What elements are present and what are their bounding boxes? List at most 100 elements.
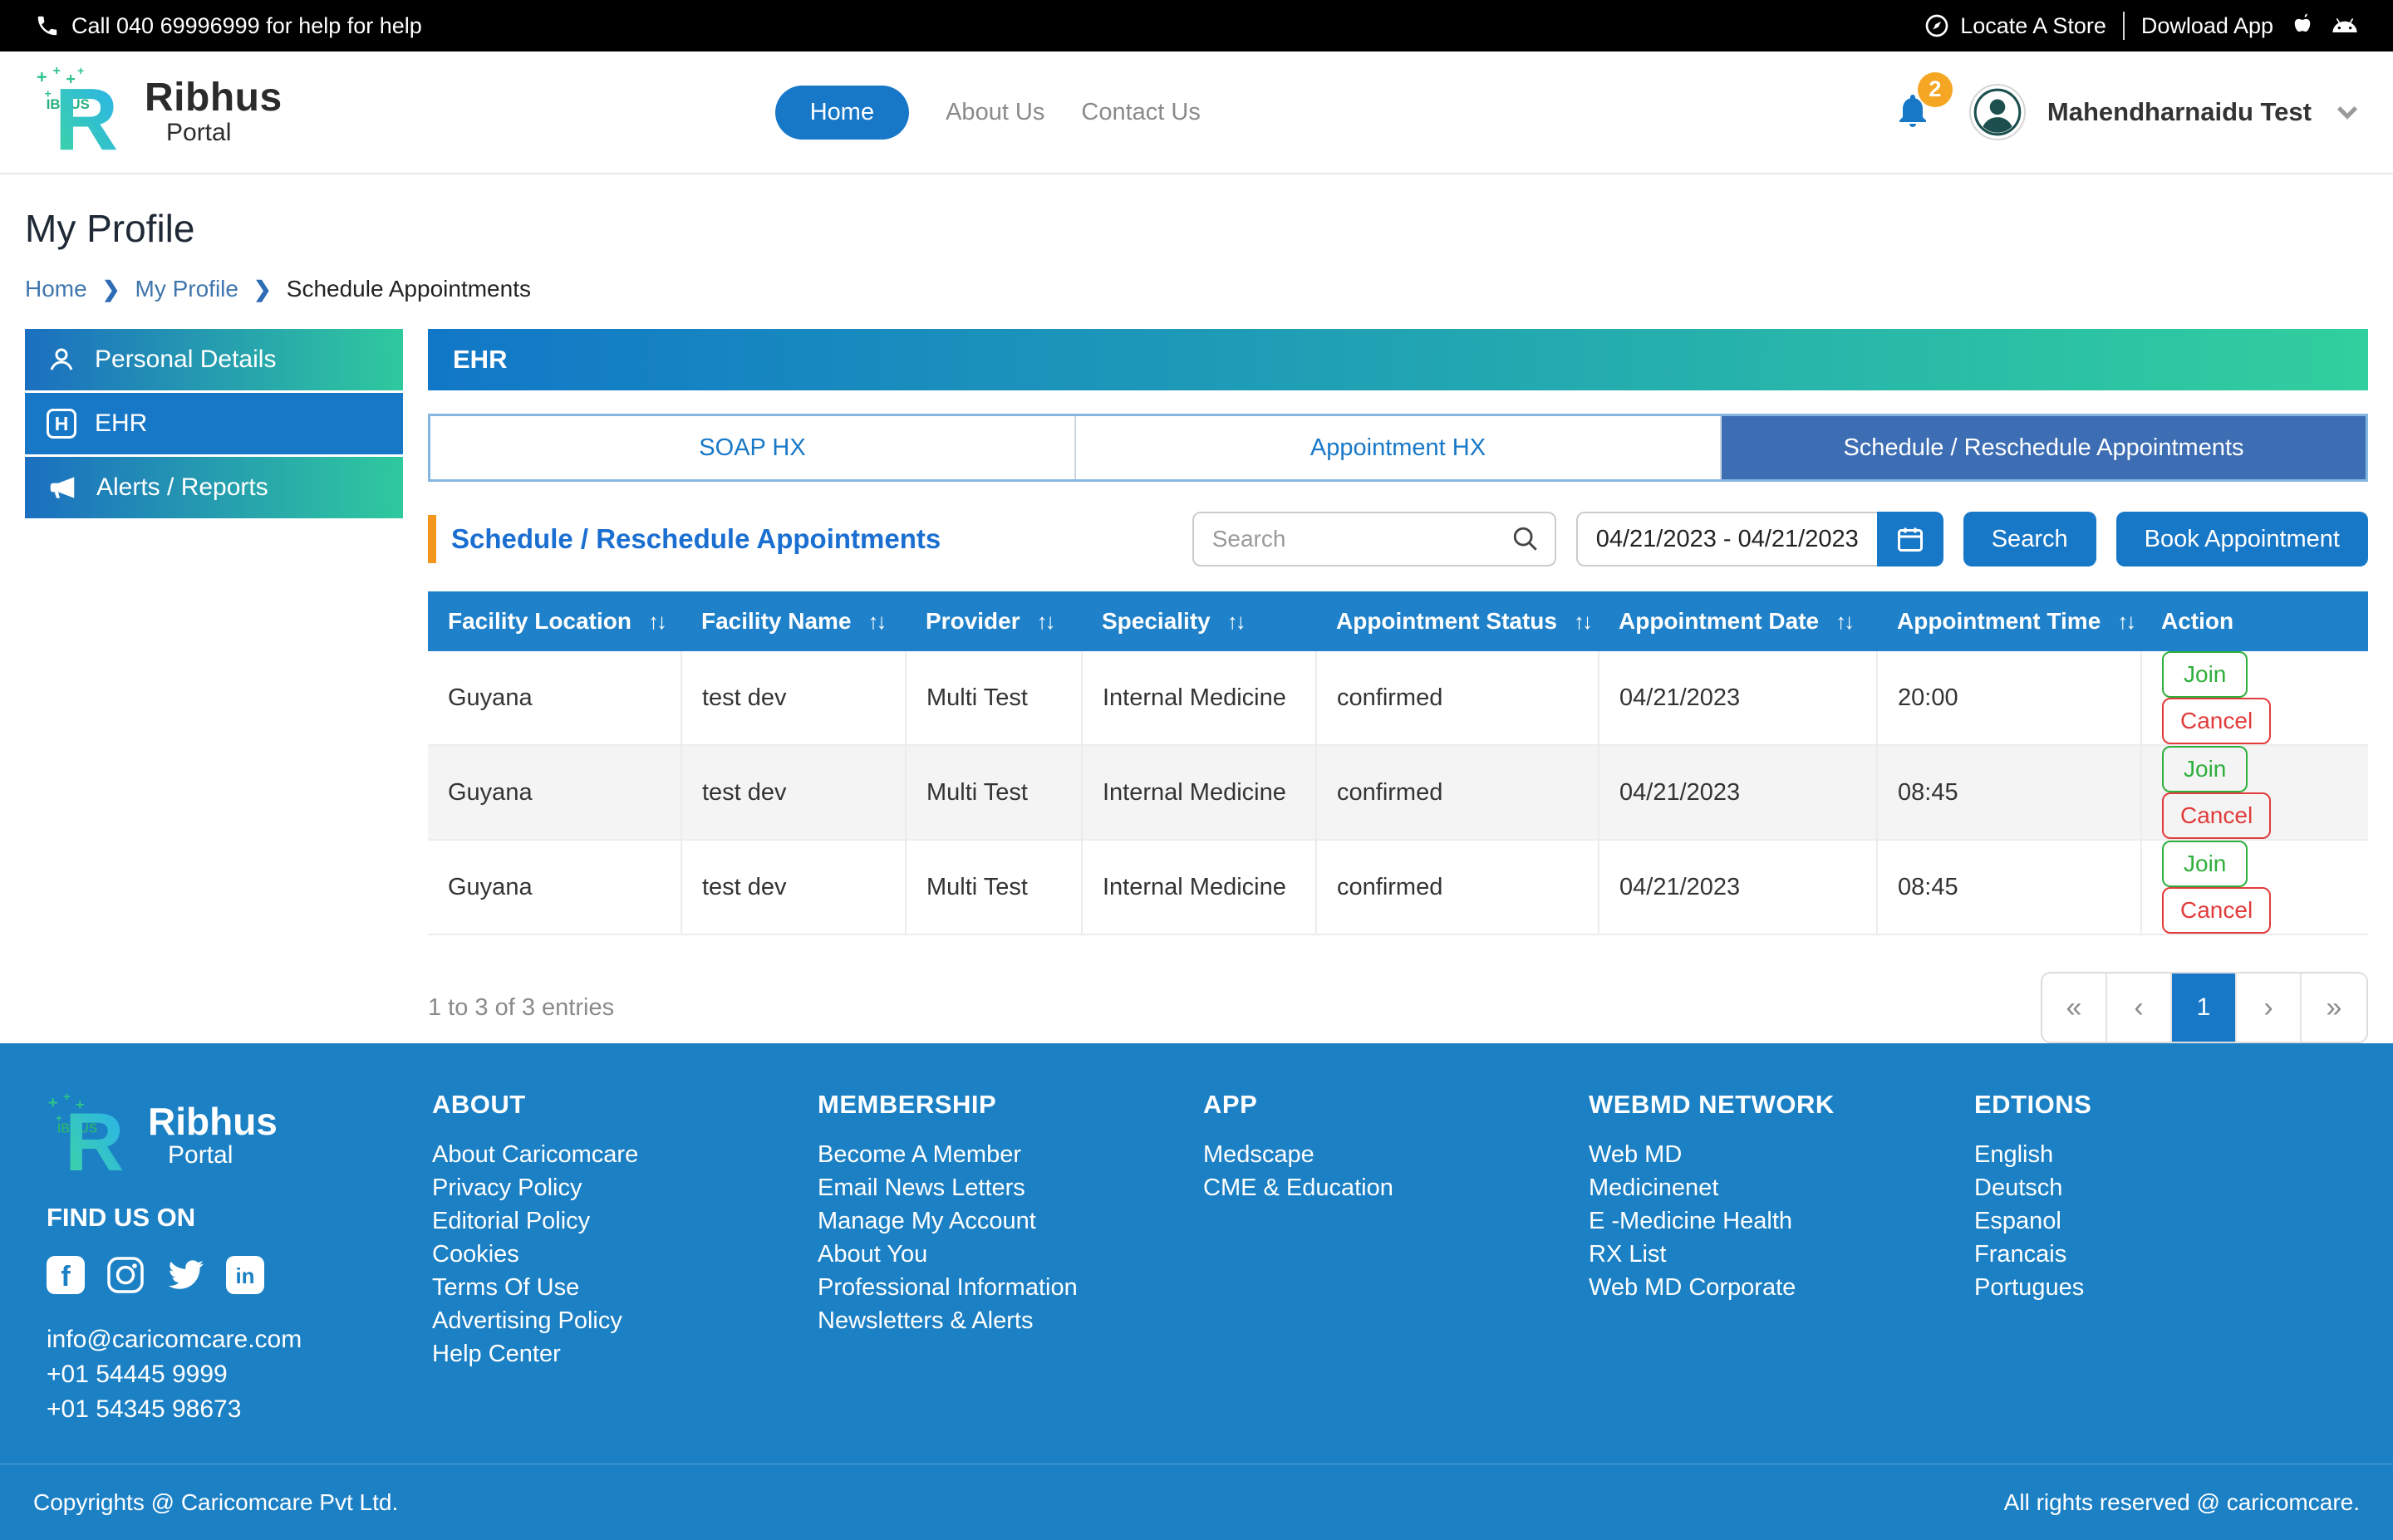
chevron-right-icon: ❯ <box>253 277 272 302</box>
megaphone-icon <box>47 472 78 503</box>
footer-link[interactable]: Web MD Corporate <box>1589 1271 1974 1304</box>
tab-appointment-hx[interactable]: Appointment HX <box>1076 416 1722 479</box>
twitter-icon[interactable] <box>166 1256 204 1294</box>
download-app-link[interactable]: Dowload App <box>2141 13 2273 39</box>
footer-link[interactable]: Espanol <box>1974 1204 2360 1238</box>
footer-link[interactable]: Help Center <box>432 1337 818 1371</box>
ehr-panel: EHR SOAP HX Appointment HX Schedule / Re… <box>428 329 2368 1043</box>
sidebar-item-alerts-reports[interactable]: Alerts / Reports <box>25 457 403 518</box>
table-row: Guyana test dev Multi Test Internal Medi… <box>428 840 2368 934</box>
footer-link[interactable]: Manage My Account <box>818 1204 1203 1238</box>
footer-brand-subtitle: Portal <box>148 1141 278 1170</box>
join-button[interactable]: Join <box>2162 841 2248 887</box>
svg-text:f: f <box>61 1261 71 1292</box>
footer-link[interactable]: Newsletters & Alerts <box>818 1304 1203 1337</box>
page-1-button[interactable]: 1 <box>2172 974 2237 1042</box>
footer-link[interactable]: About You <box>818 1238 1203 1271</box>
breadcrumb-my-profile[interactable]: My Profile <box>135 276 238 302</box>
sidebar-item-ehr[interactable]: EHR <box>25 393 403 454</box>
search-button[interactable]: Search <box>1963 512 2096 566</box>
footer-link[interactable]: Professional Information <box>818 1271 1203 1304</box>
footer-email[interactable]: info@caricomcare.com <box>47 1322 432 1357</box>
android-icon[interactable] <box>2332 12 2358 39</box>
cancel-button[interactable]: Cancel <box>2162 887 2271 934</box>
page-first-button[interactable]: « <box>2042 974 2107 1042</box>
page-prev-button[interactable]: ‹ <box>2107 974 2172 1042</box>
footer-brand[interactable]: ++ ++ IBHUS R Ribhus Portal <box>47 1090 432 1181</box>
avatar[interactable] <box>1969 84 2026 140</box>
col-provider: Provider↑↓ <box>906 591 1082 651</box>
facebook-icon[interactable]: f <box>47 1256 85 1294</box>
sort-icon[interactable]: ↑↓ <box>2117 609 2134 634</box>
join-button[interactable]: Join <box>2162 651 2248 698</box>
cancel-button[interactable]: Cancel <box>2162 698 2271 744</box>
footer-phone-1[interactable]: +01 54445 9999 <box>47 1357 432 1392</box>
notifications-button[interactable]: 2 <box>1893 91 1933 135</box>
footer-link[interactable]: Editorial Policy <box>432 1204 818 1238</box>
footer-link[interactable]: Email News Letters <box>818 1171 1203 1204</box>
footer-phone-2[interactable]: +01 54345 98673 <box>47 1392 432 1427</box>
apple-icon[interactable] <box>2290 12 2315 39</box>
header-right: 2 Mahendharnaidu Test <box>1893 84 2358 140</box>
nav-about-us[interactable]: About Us <box>946 99 1044 126</box>
footer-link[interactable]: Medicinenet <box>1589 1171 1974 1204</box>
sidebar-item-personal-details[interactable]: Personal Details <box>25 329 403 390</box>
breadcrumb-home[interactable]: Home <box>25 276 87 302</box>
footer-link[interactable]: Terms Of Use <box>432 1271 818 1304</box>
instagram-icon[interactable] <box>106 1256 145 1294</box>
footer-link[interactable]: Cookies <box>432 1238 818 1271</box>
footer-column-app: APP Medscape CME & Education <box>1203 1090 1589 1427</box>
footer-link[interactable]: CME & Education <box>1203 1171 1589 1204</box>
col-appointment-status: Appointment Status↑↓ <box>1316 591 1599 651</box>
join-button[interactable]: Join <box>2162 746 2248 792</box>
footer-brand-column: ++ ++ IBHUS R Ribhus Portal FIND US ON f <box>33 1090 432 1427</box>
linkedin-icon[interactable]: in <box>226 1256 264 1294</box>
svg-text:+: + <box>48 1094 58 1112</box>
nav-contact-us[interactable]: Contact Us <box>1081 99 1200 126</box>
footer-link[interactable]: Web MD <box>1589 1138 1974 1171</box>
sort-icon[interactable]: ↑↓ <box>1835 609 1852 634</box>
table-row: Guyana test dev Multi Test Internal Medi… <box>428 745 2368 840</box>
user-menu[interactable]: Mahendharnaidu Test <box>2047 97 2312 127</box>
brand-logo[interactable]: ++ ++ + IBHUS R Ribhus Portal <box>35 63 283 161</box>
hospital-icon <box>47 409 76 439</box>
calendar-button[interactable] <box>1877 512 1943 566</box>
book-appointment-button[interactable]: Book Appointment <box>2116 512 2368 566</box>
copyright-text: Copyrights @ Caricomcare Pvt Ltd. <box>33 1489 398 1516</box>
sort-icon[interactable]: ↑↓ <box>868 609 885 634</box>
footer-link[interactable]: Advertising Policy <box>432 1304 818 1337</box>
page-last-button[interactable]: » <box>2302 974 2366 1042</box>
nav-home[interactable]: Home <box>775 86 909 140</box>
footer-column-webmd-network: WEBMD NETWORK Web MD Medicinenet E -Medi… <box>1589 1090 1974 1427</box>
col-facility-location: Facility Location↑↓ <box>428 591 681 651</box>
footer-link[interactable]: E -Medicine Health <box>1589 1204 1974 1238</box>
footer-link[interactable]: Deutsch <box>1974 1171 2360 1204</box>
chevron-down-icon[interactable] <box>2336 105 2358 120</box>
sort-icon[interactable]: ↑↓ <box>648 609 665 634</box>
toolbar-controls: Search Book Appointment <box>1192 512 2368 566</box>
footer-link[interactable]: About Caricomcare <box>432 1138 818 1171</box>
footer-link[interactable]: Become A Member <box>818 1138 1203 1171</box>
page-next-button[interactable]: › <box>2237 974 2302 1042</box>
tab-soap-hx[interactable]: SOAP HX <box>430 416 1076 479</box>
svg-text:in: in <box>235 1263 254 1288</box>
footer-link[interactable]: Francais <box>1974 1238 2360 1271</box>
cancel-button[interactable]: Cancel <box>2162 792 2271 839</box>
locate-store-link[interactable]: Locate A Store <box>1924 12 2106 39</box>
cell-action: Join Cancel <box>2141 745 2368 840</box>
tab-schedule-reschedule[interactable]: Schedule / Reschedule Appointments <box>1722 416 2366 479</box>
sort-icon[interactable]: ↑↓ <box>1227 609 1244 634</box>
search-icon[interactable] <box>1511 525 1540 553</box>
search-input[interactable] <box>1192 512 1556 566</box>
sort-icon[interactable]: ↑↓ <box>1574 609 1590 634</box>
cell-action: Join Cancel <box>2141 840 2368 934</box>
sort-icon[interactable]: ↑↓ <box>1037 609 1054 634</box>
footer-link[interactable]: Privacy Policy <box>432 1171 818 1204</box>
footer-link[interactable]: Portugues <box>1974 1271 2360 1304</box>
footer-link[interactable]: RX List <box>1589 1238 1974 1271</box>
footer-link[interactable]: Medscape <box>1203 1138 1589 1171</box>
date-range-input[interactable] <box>1576 512 1877 566</box>
top-utility-bar: Call 040 69996999 for help for help Loca… <box>0 0 2393 51</box>
footer-link[interactable]: English <box>1974 1138 2360 1171</box>
appointments-table: Facility Location↑↓ Facility Name↑↓ Prov… <box>428 591 2368 935</box>
